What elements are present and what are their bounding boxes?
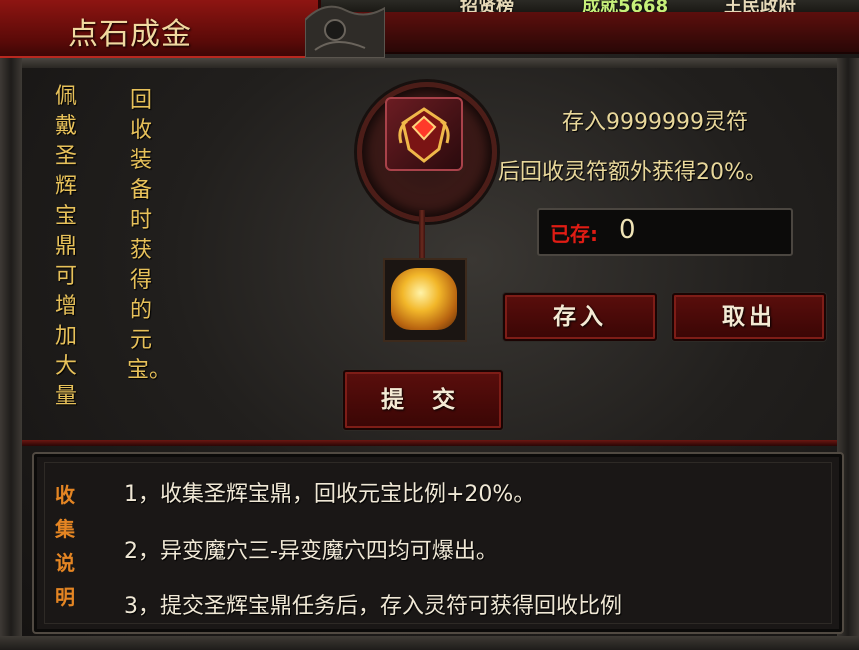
ingot-slot[interactable] [383, 258, 467, 342]
stored-value: 0 [619, 215, 636, 245]
frame-ornament-icon [305, 5, 385, 58]
window-title: 点石成金 [68, 17, 192, 52]
stored-amount-box: 已存: 0 [537, 208, 793, 256]
submit-button[interactable]: 提 交 [343, 370, 503, 430]
deposit-button[interactable]: 存入 [503, 293, 657, 341]
deposit-requirement: 存入9999999灵符 [562, 110, 748, 135]
frame-left [0, 58, 22, 650]
note-item-1: 1，收集圣辉宝鼎，回收元宝比例+20%。 [124, 482, 536, 507]
left-desc-col-2: 回收装备时获得的元宝。 [127, 88, 172, 383]
note-item-3: 3，提交圣辉宝鼎任务后，存入灵符可获得回收比例 [124, 594, 622, 619]
connector-stem [419, 210, 425, 260]
withdraw-button[interactable]: 取出 [672, 293, 826, 341]
section-divider [22, 440, 837, 446]
frame-bottom [0, 636, 859, 650]
note-item-2: 2，异变魔穴三-异变魔穴四均可爆出。 [124, 539, 498, 564]
left-desc-col-1: 佩戴圣辉宝鼎可增加大量 [54, 84, 77, 409]
deposit-bonus-desc: 后回收灵符额外获得20%。 [498, 160, 767, 185]
gold-ingot-icon [391, 268, 457, 330]
red-gem-mask-icon [398, 107, 450, 163]
header-bar [310, 12, 859, 54]
title-tab: 点石成金 [0, 0, 321, 58]
dianshi-chengjin-panel: 招贤榜 成就5668 王民政府 点石成金 佩戴圣辉宝鼎可增加大量 回收装备时获得… [0, 0, 859, 650]
notes-title: 收集说明 [55, 483, 75, 609]
frame-top [0, 58, 859, 68]
notes-panel: 1，收集圣辉宝鼎，回收元宝比例+20%。 2，异变魔穴三-异变魔穴四均可爆出。 … [32, 452, 844, 634]
stored-label: 已存: [550, 222, 598, 246]
gem-slot[interactable] [385, 97, 463, 171]
